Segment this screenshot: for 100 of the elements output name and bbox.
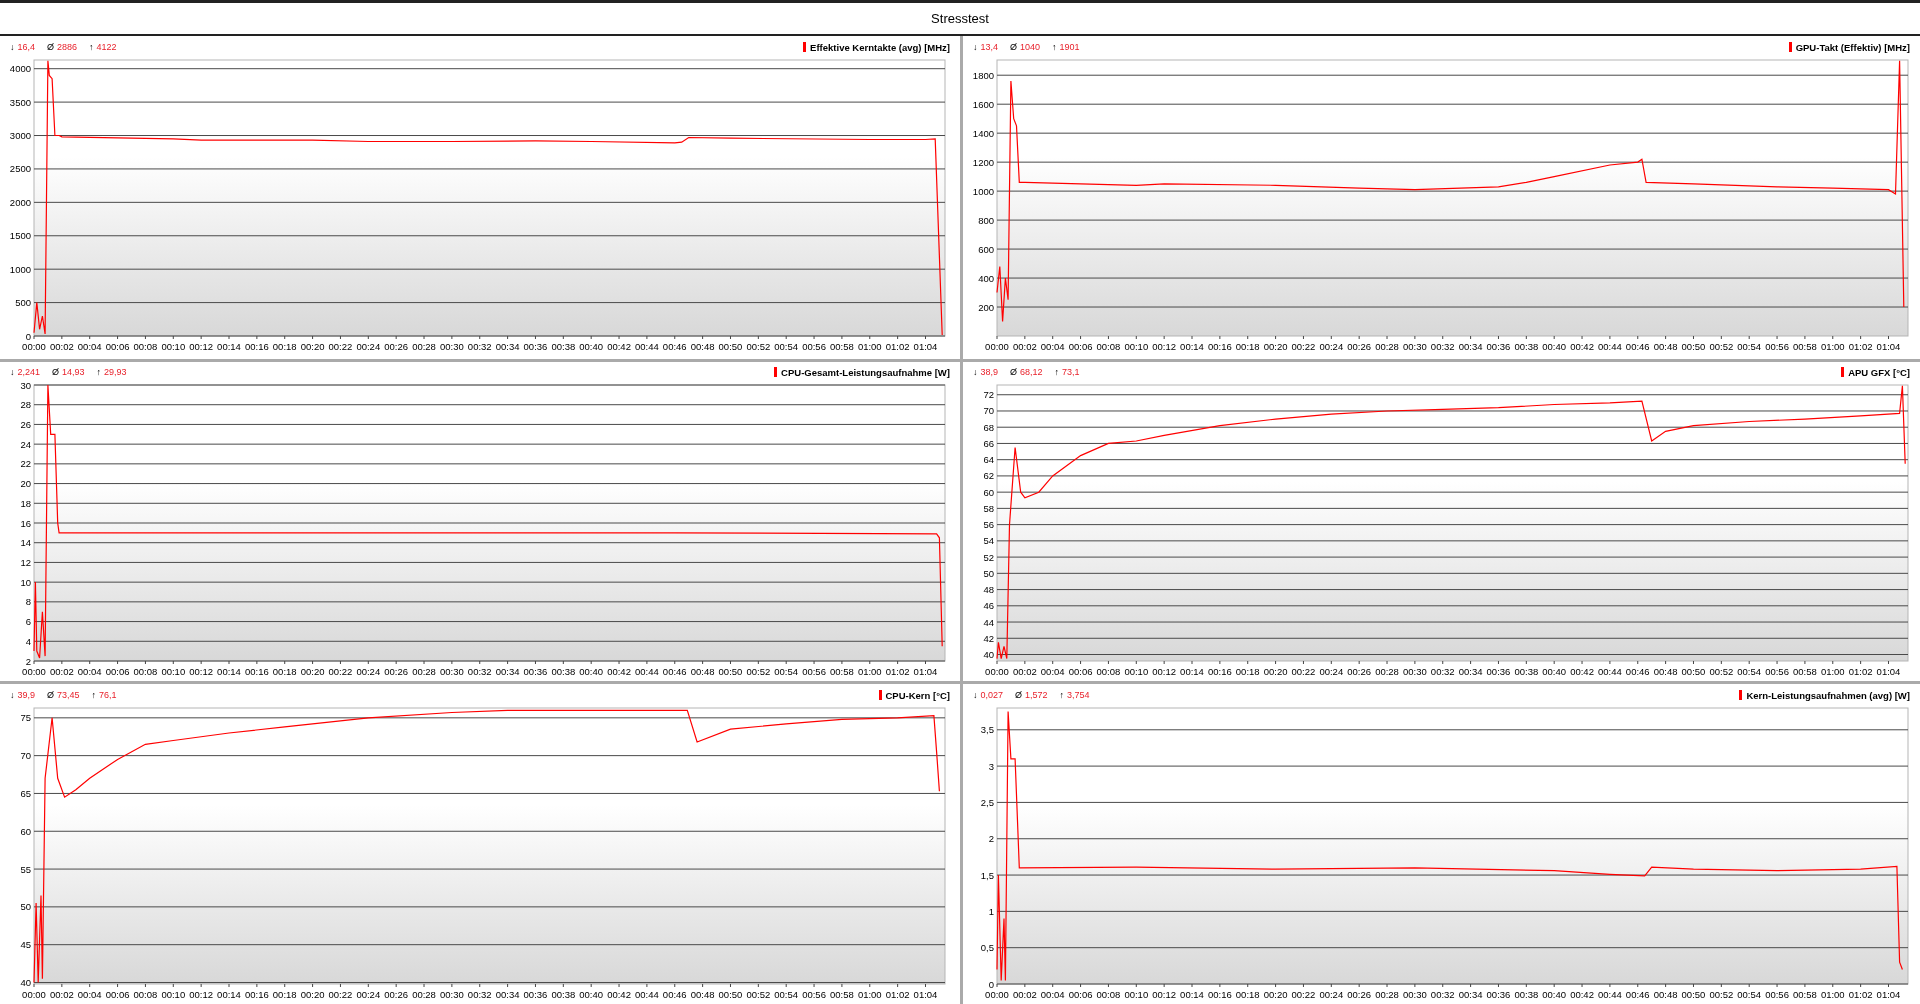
x-axis-label: 00:30 xyxy=(440,989,464,1000)
x-axis-label: 00:54 xyxy=(774,666,799,678)
stat-reading: ↓ 2,241 xyxy=(10,367,41,378)
x-axis-label: 00:22 xyxy=(328,341,353,352)
x-axis-label: 00:26 xyxy=(384,989,409,1000)
y-axis-label: 2000 xyxy=(9,196,31,208)
x-axis-label: 00:22 xyxy=(328,989,353,1000)
x-axis-label: 00:46 xyxy=(1625,341,1650,352)
y-axis-label: 10 xyxy=(20,576,31,588)
y-axis-label: 56 xyxy=(983,519,994,531)
y-axis-label: 72 xyxy=(983,389,994,401)
x-axis-label: 00:02 xyxy=(1012,989,1037,1000)
x-axis-label: 00:24 xyxy=(1319,341,1344,352)
x-axis-label: 00:30 xyxy=(440,341,464,352)
x-axis-label: 00:42 xyxy=(607,666,631,678)
x-axis-label: 00:16 xyxy=(1208,341,1232,352)
x-axis-label: 00:52 xyxy=(746,666,771,678)
x-axis-label: 00:40 xyxy=(1542,989,1567,1000)
x-axis-label: 00:58 xyxy=(1793,341,1817,352)
y-axis-label: 70 xyxy=(983,405,994,417)
x-axis-label: 00:18 xyxy=(272,341,297,352)
x-axis-label: 00:52 xyxy=(746,989,771,1000)
x-axis-label: 00:22 xyxy=(1291,341,1316,352)
x-axis-label: 00:08 xyxy=(1096,666,1121,678)
y-axis-label: 42 xyxy=(983,633,994,645)
stat-reading: ↑ 76,1 xyxy=(91,690,117,701)
y-axis-label: 40 xyxy=(983,649,994,661)
y-axis-label: 1,5 xyxy=(980,869,994,881)
stat-reading: ↑ 1901 xyxy=(1052,42,1080,52)
x-axis-label: 00:58 xyxy=(1793,666,1817,678)
x-axis-label: 00:58 xyxy=(830,666,854,678)
y-axis-label: 50 xyxy=(20,901,31,913)
x-axis-label: 00:48 xyxy=(1653,341,1678,352)
x-axis-label: 00:26 xyxy=(384,666,409,678)
y-axis-label: 20 xyxy=(20,478,31,490)
x-axis-label: 00:42 xyxy=(1570,989,1594,1000)
x-axis-label: 00:42 xyxy=(607,341,631,352)
y-axis-label: 26 xyxy=(20,419,31,431)
x-axis-label: 00:50 xyxy=(1681,989,1706,1000)
x-axis-label: 00:28 xyxy=(1375,989,1399,1000)
x-axis-label: 00:00 xyxy=(985,341,1009,352)
y-axis-label: 48 xyxy=(983,584,994,596)
x-axis-label: 00:26 xyxy=(1347,989,1372,1000)
x-axis-label: 00:58 xyxy=(830,989,854,1000)
x-axis-label: 01:02 xyxy=(1848,666,1873,678)
y-axis-label: 22 xyxy=(20,458,31,470)
x-axis-label: 00:16 xyxy=(245,341,269,352)
x-axis-label: 00:24 xyxy=(1319,989,1344,1000)
x-axis-label: 00:44 xyxy=(635,989,659,1000)
x-axis-label: 00:38 xyxy=(551,341,576,352)
x-axis-label: 00:12 xyxy=(189,989,214,1000)
x-axis-label: 01:00 xyxy=(1820,666,1845,678)
x-axis-label: 00:44 xyxy=(1598,341,1622,352)
y-axis-label: 1600 xyxy=(972,98,994,110)
x-axis-label: 00:54 xyxy=(774,989,799,1000)
x-axis-label: 00:12 xyxy=(189,341,214,352)
x-axis-label: 00:26 xyxy=(384,341,409,352)
x-axis-label: 00:14 xyxy=(217,666,241,678)
x-axis-label: 00:46 xyxy=(662,989,687,1000)
x-axis-label: 00:42 xyxy=(1570,341,1594,352)
x-axis-label: 00:40 xyxy=(1542,666,1567,678)
x-axis-label: 00:34 xyxy=(1458,989,1483,1000)
x-axis-label: 00:18 xyxy=(272,989,297,1000)
x-axis-label: 01:02 xyxy=(885,341,910,352)
x-axis-label: 00:48 xyxy=(690,341,715,352)
y-axis-label: 66 xyxy=(983,438,994,450)
x-axis-label: 00:12 xyxy=(189,666,214,678)
x-axis-label: 00:46 xyxy=(1625,989,1650,1000)
y-axis-label: 55 xyxy=(20,863,31,875)
x-axis-label: 00:06 xyxy=(1068,989,1093,1000)
x-axis-label: 00:34 xyxy=(1458,341,1483,352)
x-axis-label: 00:44 xyxy=(1598,666,1622,678)
y-axis-label: 2 xyxy=(988,833,994,845)
x-axis-label: 00:18 xyxy=(1235,341,1260,352)
stat-reading: Ø 68,12 xyxy=(1010,367,1043,378)
y-axis-label: 1200 xyxy=(972,156,994,168)
x-axis-label: 00:00 xyxy=(985,666,1009,678)
x-axis-label: 00:28 xyxy=(1375,341,1399,352)
x-axis-label: 00:18 xyxy=(1235,989,1260,1000)
y-axis-label: 200 xyxy=(978,301,994,313)
x-axis-label: 00:08 xyxy=(133,989,158,1000)
y-axis-label: 3,5 xyxy=(980,724,994,736)
x-axis-label: 00:20 xyxy=(300,341,325,352)
x-axis-label: 01:02 xyxy=(885,989,910,1000)
x-axis-label: 00:40 xyxy=(579,989,604,1000)
chart-title: GPU-Takt (Effektiv) [MHz] xyxy=(1795,41,1910,53)
y-axis-label: 400 xyxy=(978,272,994,284)
x-axis-label: 00:40 xyxy=(579,341,604,352)
stat-reading: ↓ 0,027 xyxy=(973,690,1004,701)
x-axis-label: 01:00 xyxy=(857,666,882,678)
x-axis-label: 00:08 xyxy=(133,341,158,352)
x-axis-label: 00:52 xyxy=(1709,341,1734,352)
x-axis-label: 00:24 xyxy=(1319,666,1344,678)
x-axis-label: 00:16 xyxy=(245,666,269,678)
x-axis-label: 00:40 xyxy=(1542,341,1567,352)
x-axis-label: 00:48 xyxy=(1653,666,1678,678)
x-axis-label: 00:44 xyxy=(1598,989,1622,1000)
x-axis-label: 00:18 xyxy=(1235,666,1260,678)
x-axis-label: 00:02 xyxy=(1012,666,1037,678)
x-axis-label: 00:38 xyxy=(551,989,576,1000)
